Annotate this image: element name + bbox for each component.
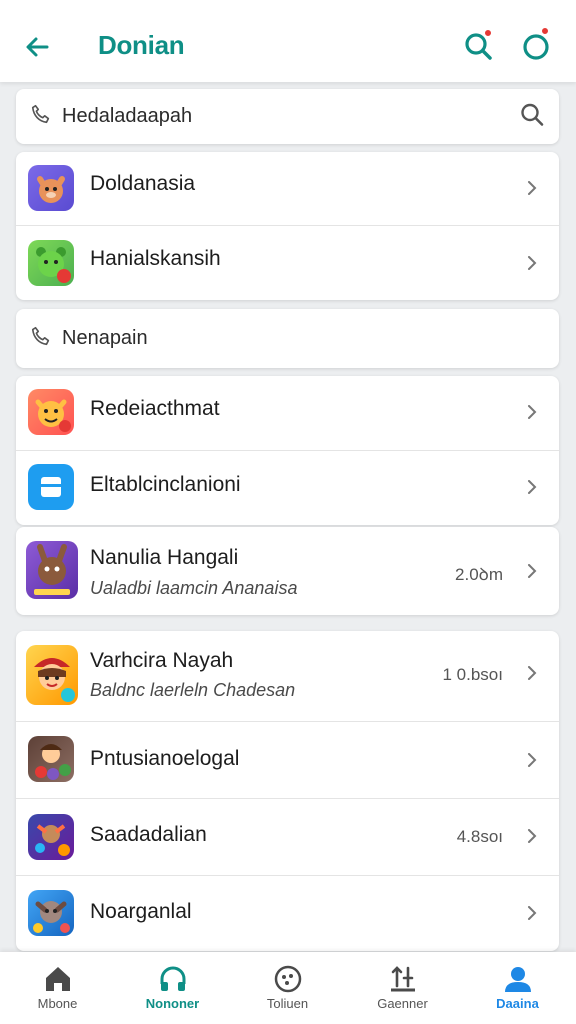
- app-name: Noarganlal: [90, 900, 192, 923]
- nav-tools[interactable]: Gaenner: [345, 952, 460, 1024]
- app-name: Varhcira Nayah: [90, 649, 234, 672]
- bunny-app-icon: [26, 541, 78, 599]
- app-size: 2.0ꝺm: [455, 565, 503, 584]
- blue-square-app-icon: [28, 464, 74, 510]
- app-list-group-2: Redeiacthmat Eltablcinclanioni: [16, 376, 559, 525]
- notification-icon[interactable]: [518, 26, 554, 64]
- search-label: Hedaladaapah: [62, 105, 193, 127]
- search-notification-icon[interactable]: [460, 28, 496, 64]
- chevron-right-icon: [528, 480, 537, 494]
- fox-app-icon: [28, 165, 74, 211]
- headphones-icon: [160, 966, 185, 991]
- list-item[interactable]: Redeiacthmat: [16, 376, 559, 450]
- tools-icon: [390, 966, 415, 992]
- girl-app-icon: [26, 645, 78, 705]
- app-size: 4.8soı: [456, 827, 503, 846]
- list-item[interactable]: Eltablcinclanioni: [16, 451, 559, 525]
- nav-music[interactable]: Nononer: [115, 952, 230, 1024]
- search-bar[interactable]: Hedaladaapah: [16, 89, 559, 144]
- nav-label: Mbone: [37, 996, 78, 1011]
- home-icon: [45, 967, 70, 991]
- app-size: 1 0.bsoı: [442, 665, 504, 684]
- list-item[interactable]: Nanulia Hangali Ualadbi laamcin Ananaisa…: [16, 527, 559, 615]
- game-app-icon: [28, 736, 74, 782]
- app-subtitle: Baldnc laerleln Chadesan: [90, 680, 296, 700]
- list-item[interactable]: Saadadalian 4.8soı: [16, 799, 559, 875]
- nav-menu[interactable]: Toliuen: [230, 952, 345, 1024]
- warrior-app-icon: [28, 814, 74, 860]
- list-item[interactable]: Doldanasia: [16, 152, 559, 225]
- page-title: Donian: [98, 30, 185, 60]
- chevron-right-icon: [528, 829, 537, 843]
- bottom-navigation: Mbone Nononer Toliuen Gaenner Daaina: [0, 952, 576, 1024]
- green-bear-app-icon: [28, 240, 74, 286]
- nav-label: Nononer: [145, 996, 200, 1011]
- phone-icon: [30, 325, 52, 352]
- back-arrow-icon[interactable]: [20, 30, 54, 64]
- list-item[interactable]: Varhcira Nayah Baldnc laerleln Chadesan …: [16, 631, 559, 721]
- chevron-right-icon: [528, 564, 537, 578]
- chevron-right-icon: [528, 753, 537, 767]
- search-icon[interactable]: [519, 101, 545, 132]
- section-header[interactable]: Nenapain: [16, 309, 559, 368]
- tiger-app-icon: [28, 389, 74, 435]
- app-name: Redeiacthmat: [90, 397, 220, 420]
- app-subtitle: Ualadbi laamcin Ananaisa: [90, 578, 298, 598]
- app-header: Donian: [0, 0, 576, 82]
- chevron-right-icon: [528, 256, 537, 270]
- nav-label: Toliuen: [266, 996, 309, 1011]
- app-name: Saadadalian: [90, 823, 207, 846]
- list-item[interactable]: Pntusianoelogal: [16, 722, 559, 798]
- nav-profile[interactable]: Daaina: [460, 952, 575, 1024]
- phone-icon: [30, 103, 52, 130]
- chevron-right-icon: [528, 181, 537, 195]
- app-name: Doldanasia: [90, 172, 196, 195]
- menu-dots-icon: [274, 965, 301, 993]
- nav-label: Daaina: [496, 996, 539, 1011]
- profile-icon: [504, 967, 531, 992]
- list-item[interactable]: Hanialskansih: [16, 226, 559, 300]
- section-label: Nenapain: [62, 327, 148, 349]
- chevron-right-icon: [528, 666, 537, 680]
- app-name: Nanulia Hangali: [90, 546, 239, 569]
- app-list-group-1: Doldanasia Hanialskansih: [16, 152, 559, 300]
- adventure-app-icon: [28, 890, 74, 936]
- nav-home[interactable]: Mbone: [0, 952, 115, 1024]
- chevron-right-icon: [528, 405, 537, 419]
- app-list-group-4: Varhcira Nayah Baldnc laerleln Chadesan …: [16, 631, 559, 951]
- app-name: Eltablcinclanioni: [90, 473, 241, 496]
- list-item[interactable]: Noarganlal: [16, 876, 559, 951]
- nav-label: Gaenner: [377, 996, 428, 1011]
- chevron-right-icon: [528, 906, 537, 920]
- app-name: Pntusianoelogal: [90, 747, 240, 770]
- app-name: Hanialskansih: [90, 247, 221, 270]
